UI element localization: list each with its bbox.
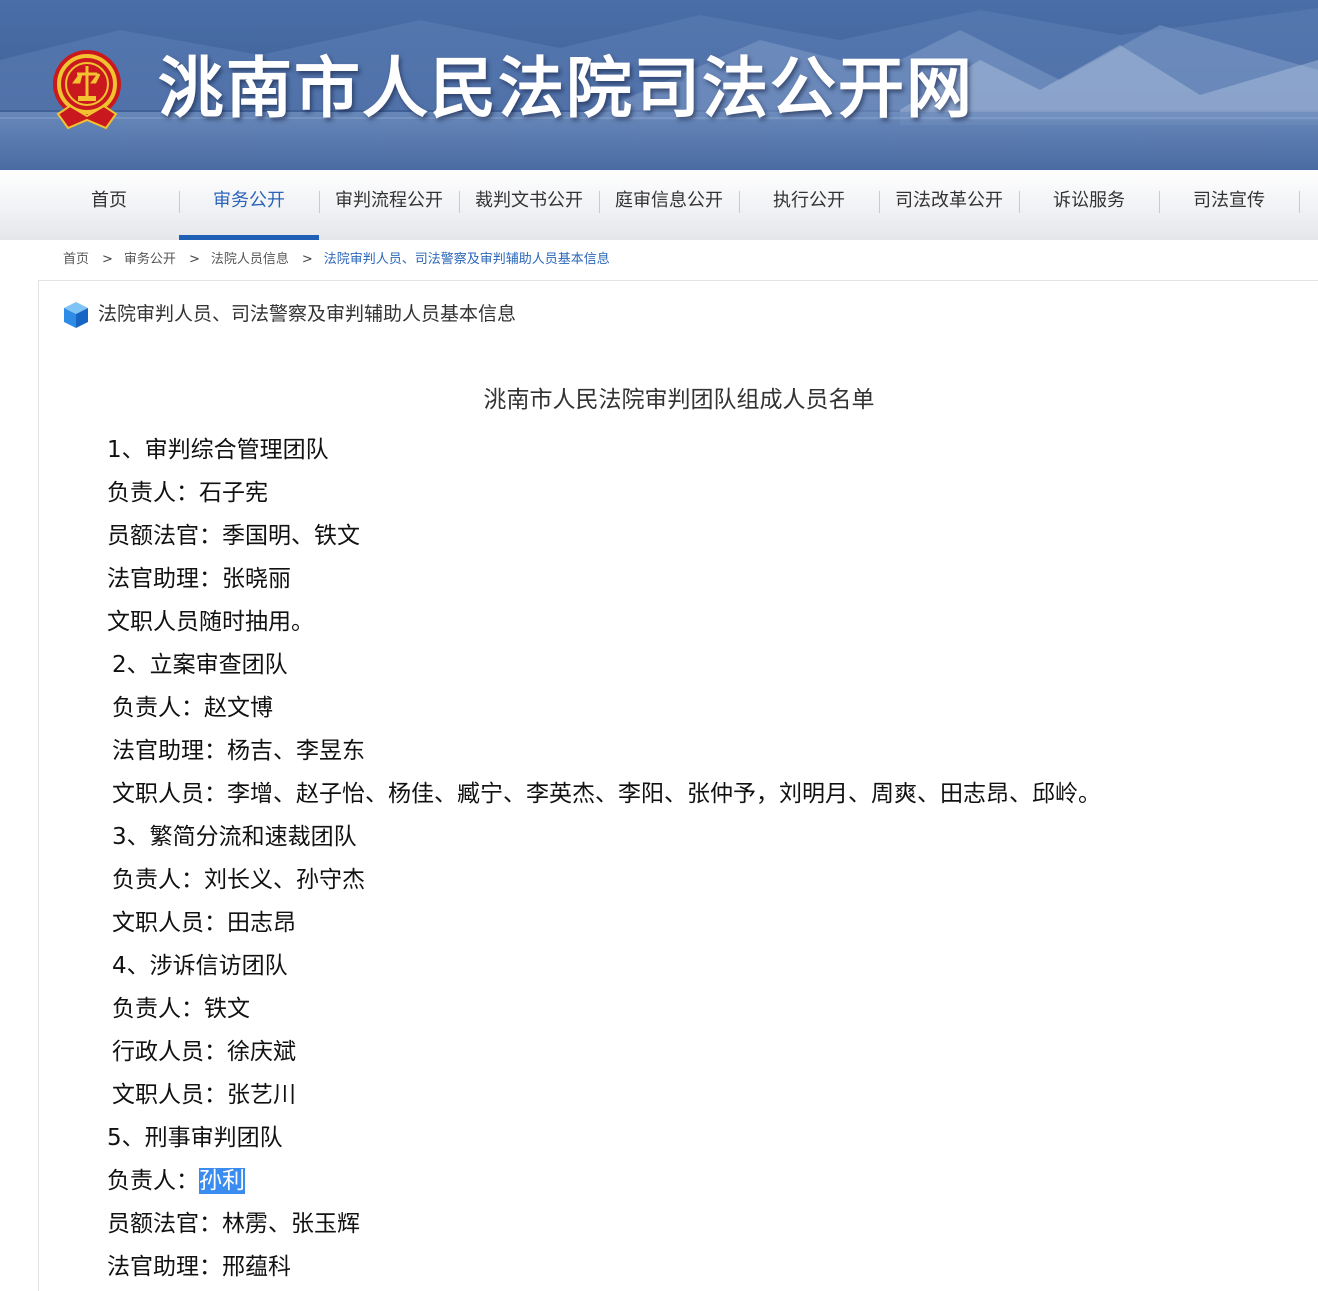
nav-item-trial-process[interactable]: 审判流程公开: [319, 170, 459, 240]
nav-item-judgments[interactable]: 裁判文书公开: [459, 170, 599, 240]
team-leader: 负责人：刘长义、孙守杰: [112, 867, 365, 893]
breadcrumb-personnel[interactable]: 法院人员信息: [211, 248, 289, 272]
team-leader: 负责人：赵文博: [112, 695, 273, 721]
cube-icon: [64, 302, 88, 328]
team-assistants: 法官助理：邢蕴科: [107, 1254, 291, 1280]
team-heading: 1、审判综合管理团队: [107, 437, 329, 463]
header-banner: 洮南市人民法院司法公开网: [0, 0, 1318, 170]
team-heading: 3、繁简分流和速裁团队: [112, 824, 357, 850]
breadcrumb-separator: >: [102, 252, 113, 267]
nav-item-reform[interactable]: 司法改革公开: [879, 170, 1019, 240]
breadcrumb-separator: >: [301, 252, 313, 267]
team-heading: 4、涉诉信访团队: [112, 953, 288, 979]
main-nav: 首页 审务公开 审判流程公开 裁判文书公开 庭审信息公开 执行公开 司法改革公开…: [0, 170, 1318, 240]
content-panel: 法院审判人员、司法警察及审判辅助人员基本信息 洮南市人民法院审判团队组成人员名单…: [38, 280, 1318, 1291]
team-leader: 负责人：石子宪: [107, 480, 268, 506]
team-admin-staff: 行政人员：徐庆斌: [112, 1039, 296, 1065]
nav-item-court-affairs[interactable]: 审务公开: [179, 170, 319, 240]
nav-divider: [1299, 191, 1300, 213]
team-leader-label: 负责人：: [107, 1168, 199, 1194]
breadcrumb-current[interactable]: 法院审判人员、司法警察及审判辅助人员基本信息: [324, 248, 610, 272]
team-assistants: 法官助理：张晓丽: [107, 566, 291, 592]
team-clerks: 文职人员：张艺川: [112, 1082, 296, 1108]
nav-item-home[interactable]: 首页: [39, 170, 179, 240]
team-leader: 负责人：铁文: [112, 996, 250, 1022]
nav-item-hearings[interactable]: 庭审信息公开: [599, 170, 739, 240]
team-assistants: 法官助理：杨吉、李昱东: [112, 738, 365, 764]
team-clerks: 文职人员：李增、赵子怡、杨佳、臧宁、李英杰、李阳、张仲予，刘明月、周爽、田志昂、…: [112, 781, 1101, 807]
team-leader: 负责人：孙利: [107, 1163, 245, 1199]
selected-text[interactable]: 孙利: [199, 1168, 245, 1194]
team-judges: 员额法官：季国明、铁文: [107, 523, 360, 549]
team-clerks: 文职人员随时抽用。: [107, 609, 314, 635]
breadcrumb-home[interactable]: 首页: [63, 248, 89, 272]
team-heading: 5、刑事审判团队: [107, 1125, 283, 1151]
court-emblem: [53, 50, 121, 130]
breadcrumb: 首页 > 审务公开 > 法院人员信息 > 法院审判人员、司法警察及审判辅助人员基本信息: [63, 248, 610, 272]
team-judges: 员额法官：林雳、张玉辉: [107, 1211, 360, 1237]
panel-title: 法院审判人员、司法警察及审判辅助人员基本信息: [98, 303, 517, 325]
breadcrumb-separator: >: [188, 252, 200, 267]
team-clerks: 文职人员：田志昂: [112, 910, 296, 936]
site-title: 洮南市人民法院司法公开网: [158, 50, 974, 127]
nav-item-publicity[interactable]: 司法宣传: [1159, 170, 1299, 240]
nav-item-litigation-services[interactable]: 诉讼服务: [1019, 170, 1159, 240]
breadcrumb-court-affairs[interactable]: 审务公开: [124, 248, 176, 272]
document-title: 洮南市人民法院审判团队组成人员名单: [483, 387, 875, 413]
nav-item-enforcement[interactable]: 执行公开: [739, 170, 879, 240]
team-heading: 2、立案审查团队: [112, 652, 288, 678]
